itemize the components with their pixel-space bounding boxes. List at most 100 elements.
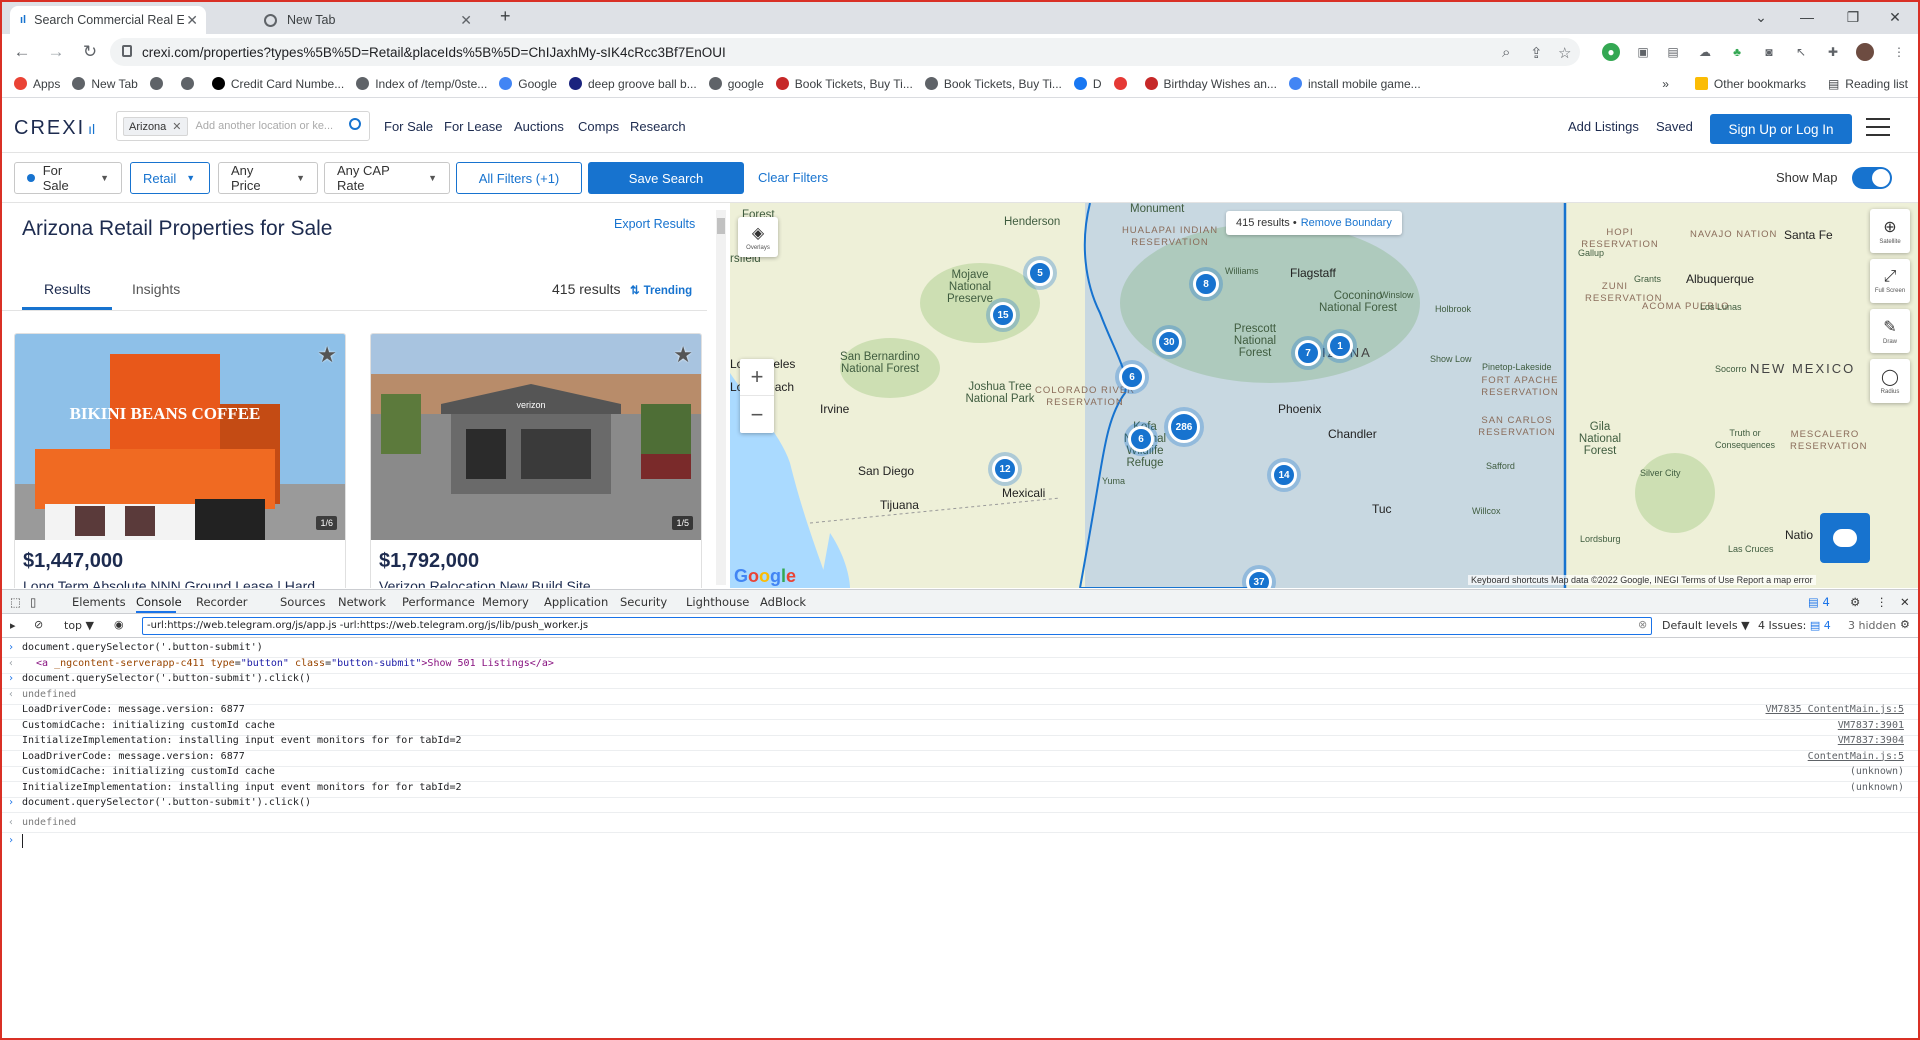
extension-screen-icon[interactable]: ▣ bbox=[1634, 43, 1652, 61]
map-cluster[interactable]: 286 bbox=[1168, 411, 1200, 443]
context-selector[interactable]: top ▼ bbox=[64, 619, 94, 632]
reload-icon[interactable]: ↻ bbox=[76, 38, 104, 66]
extension-tree-icon[interactable]: ♣ bbox=[1728, 43, 1746, 61]
bookmarks-overflow-icon[interactable]: » bbox=[1662, 77, 1669, 91]
forward-arrow-icon[interactable]: → bbox=[42, 38, 70, 66]
extensions-puzzle-icon[interactable]: ✚ bbox=[1824, 43, 1842, 61]
location-chip[interactable]: Arizona ✕ bbox=[123, 116, 188, 136]
location-search-box[interactable]: Arizona ✕ Add another location or ke... bbox=[116, 111, 370, 141]
tab-network[interactable]: Network bbox=[338, 595, 386, 609]
minimize-icon[interactable]: — bbox=[1784, 2, 1830, 32]
listing-photo[interactable]: BIKINI BEANS COFFEE bbox=[15, 334, 345, 540]
tab-adblock[interactable]: AdBlock bbox=[760, 595, 806, 609]
radius-button[interactable]: ◯ Radius bbox=[1870, 359, 1910, 403]
bookmark-item[interactable]: Apps bbox=[14, 77, 60, 91]
settings-gear-icon[interactable]: ⚙ bbox=[1850, 595, 1860, 609]
bookmark-item[interactable]: Google bbox=[499, 77, 557, 91]
add-listings-link[interactable]: Add Listings bbox=[1568, 119, 1639, 134]
tab-results[interactable]: Results bbox=[44, 281, 91, 297]
hamburger-menu-icon[interactable] bbox=[1866, 118, 1890, 142]
nav-for-sale[interactable]: For Sale bbox=[384, 119, 433, 134]
trending-sort[interactable]: ⇅ Trending bbox=[630, 283, 692, 297]
map-cluster[interactable]: 5 bbox=[1027, 260, 1053, 286]
saved-link[interactable]: Saved bbox=[1656, 119, 1693, 134]
listings-scrollbar[interactable] bbox=[716, 210, 726, 585]
clear-filters-link[interactable]: Clear Filters bbox=[758, 170, 828, 185]
export-results-link[interactable]: Export Results bbox=[614, 217, 695, 231]
clear-console-icon[interactable]: ⊘ bbox=[34, 618, 43, 631]
extension-cursor-icon[interactable]: ↖ bbox=[1792, 43, 1810, 61]
draw-button[interactable]: ✎ Draw bbox=[1870, 309, 1910, 353]
listing-card[interactable]: BIKINI BEANS COFFEE ★ 1/6 $1,447,000 Lon… bbox=[14, 333, 346, 588]
listing-title[interactable]: Long Term Absolute NNN Ground Lease | Ha… bbox=[23, 578, 315, 588]
messages-badge[interactable]: ▤ 4 bbox=[1808, 595, 1830, 609]
bookmark-item[interactable] bbox=[180, 77, 200, 90]
bookmark-star-icon[interactable]: ☆ bbox=[1558, 44, 1571, 62]
save-search-button[interactable]: Save Search bbox=[588, 162, 744, 194]
nav-auctions[interactable]: Auctions bbox=[514, 119, 564, 134]
extension-printer-icon[interactable]: ▤ bbox=[1664, 43, 1682, 61]
reading-list[interactable]: ▤ Reading list bbox=[1828, 77, 1908, 91]
chat-button[interactable] bbox=[1820, 513, 1870, 563]
live-expression-eye-icon[interactable]: ◉ bbox=[114, 618, 124, 631]
bookmark-item[interactable] bbox=[149, 77, 169, 90]
browser-tab-crexi[interactable]: ıl Search Commercial Real Estate fo ✕ bbox=[10, 6, 206, 34]
console-prompt[interactable]: › bbox=[2, 832, 1918, 851]
tab-sources[interactable]: Sources bbox=[280, 595, 326, 609]
zoom-out-button[interactable]: − bbox=[740, 396, 774, 433]
map-cluster[interactable]: 7 bbox=[1295, 340, 1321, 366]
nav-research[interactable]: Research bbox=[630, 119, 686, 134]
tab-console[interactable]: Console bbox=[136, 595, 182, 609]
satellite-button[interactable]: ⊕ Satellite bbox=[1870, 209, 1910, 253]
bookmark-item[interactable]: New Tab bbox=[72, 77, 138, 91]
bookmark-item[interactable]: Birthday Wishes an... bbox=[1144, 77, 1277, 91]
fullscreen-button[interactable]: ⤢ Full Screen bbox=[1870, 259, 1910, 303]
close-tab-icon[interactable]: ✕ bbox=[460, 12, 472, 29]
listing-card[interactable]: verizon ★ 1/5 $1,792,000 Verizon Relocat… bbox=[370, 333, 702, 588]
issues-button[interactable]: 4 Issues: ▤ 4 bbox=[1758, 619, 1831, 632]
crexi-logo[interactable]: CREXI ıl bbox=[14, 117, 95, 140]
nav-for-lease[interactable]: For Lease bbox=[444, 119, 503, 134]
map-cluster[interactable]: 15 bbox=[990, 302, 1016, 328]
close-window-icon[interactable]: ✕ bbox=[1872, 2, 1918, 32]
zoom-in-button[interactable]: + bbox=[740, 359, 774, 396]
share-icon[interactable]: ⇪ bbox=[1530, 44, 1543, 62]
address-bar[interactable]: crexi.com/properties?types%5B%5D=Retail&… bbox=[110, 38, 1580, 66]
map-cluster[interactable]: 12 bbox=[992, 456, 1018, 482]
listing-title[interactable]: Verizon Relocation New Build Site bbox=[379, 578, 591, 588]
bookmark-item[interactable]: google bbox=[708, 77, 764, 91]
clear-filter-icon[interactable]: ⊗ bbox=[1638, 618, 1647, 631]
extension-green-icon[interactable]: ● bbox=[1602, 43, 1620, 61]
bookmark-item[interactable]: Book Tickets, Buy Ti... bbox=[775, 77, 913, 91]
map-cluster[interactable]: 37 bbox=[1246, 569, 1272, 588]
close-devtools-icon[interactable]: ✕ bbox=[1900, 595, 1910, 609]
map-cluster[interactable]: 6 bbox=[1128, 426, 1154, 452]
map-cluster[interactable]: 8 bbox=[1193, 271, 1219, 297]
bookmark-item[interactable]: install mobile game... bbox=[1288, 77, 1421, 91]
tab-application[interactable]: Application bbox=[544, 595, 608, 609]
tab-memory[interactable]: Memory bbox=[482, 595, 529, 609]
price-dropdown[interactable]: Any Price ▼ bbox=[218, 162, 318, 194]
search-icon[interactable] bbox=[349, 118, 361, 130]
signup-login-button[interactable]: Sign Up or Log In bbox=[1710, 114, 1852, 144]
browser-tab-newtab[interactable]: New Tab ✕ bbox=[254, 6, 480, 34]
restore-icon[interactable]: ❐ bbox=[1830, 2, 1876, 32]
retail-dropdown[interactable]: Retail ▼ bbox=[130, 162, 210, 194]
tab-performance[interactable]: Performance bbox=[402, 595, 475, 609]
chrome-menu-icon[interactable]: ⋮ bbox=[1890, 43, 1908, 61]
back-arrow-icon[interactable]: ← bbox=[8, 38, 36, 66]
log-levels-dropdown[interactable]: Default levels ▼ bbox=[1662, 619, 1750, 632]
bookmark-item[interactable]: deep groove ball b... bbox=[568, 77, 697, 91]
profile-avatar[interactable] bbox=[1856, 43, 1874, 61]
map-view[interactable]: Henderson Monument NAVAJO NATION HUALAPA… bbox=[730, 203, 1918, 588]
cap-rate-dropdown[interactable]: Any CAP Rate ▼ bbox=[324, 162, 450, 194]
location-input[interactable]: Add another location or ke... bbox=[196, 120, 334, 132]
favorite-star-icon[interactable]: ★ bbox=[673, 342, 693, 368]
show-map-toggle[interactable] bbox=[1852, 167, 1892, 189]
extension-camera-icon[interactable]: ◙ bbox=[1760, 43, 1778, 61]
bookmark-item[interactable]: Book Tickets, Buy Ti... bbox=[924, 77, 1062, 91]
map-cluster[interactable]: 30 bbox=[1156, 329, 1182, 355]
other-bookmarks[interactable]: Other bookmarks bbox=[1694, 77, 1806, 91]
bookmark-item[interactable]: D bbox=[1073, 77, 1102, 91]
console-settings-icon[interactable]: ⚙ bbox=[1900, 618, 1910, 631]
